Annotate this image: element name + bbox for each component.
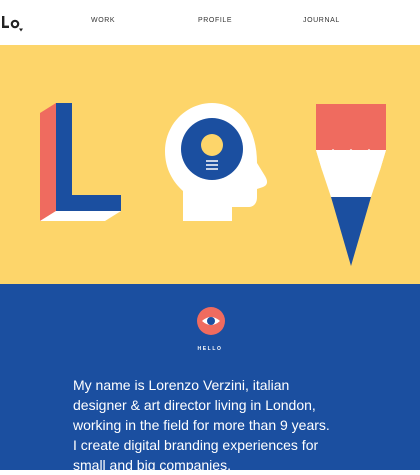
bio-line: My name is Lorenzo Verzini, italian [73, 377, 290, 393]
hello-heading: HELLO [197, 346, 223, 352]
bio-text: My name is Lorenzo Verzini, italian desi… [73, 375, 373, 475]
nav-profile-link[interactable]: PROFILE [198, 17, 232, 24]
bio-line: I create digital branding experiences fo… [73, 437, 319, 453]
site-logo[interactable] [2, 13, 24, 33]
eye-icon [197, 307, 225, 335]
nav-journal-link[interactable]: JOURNAL [303, 17, 340, 24]
nav-work-link[interactable]: WORK [91, 17, 115, 24]
hero-banner [0, 45, 420, 284]
bio-line: small and big companies. [73, 457, 231, 473]
bio-line: working in the field for more than 9 yea… [73, 417, 330, 433]
top-navigation-bar: WORK PROFILE JOURNAL [0, 0, 420, 45]
bio-line: designer & art director living in London… [73, 397, 316, 413]
hero-illustration [0, 45, 420, 284]
